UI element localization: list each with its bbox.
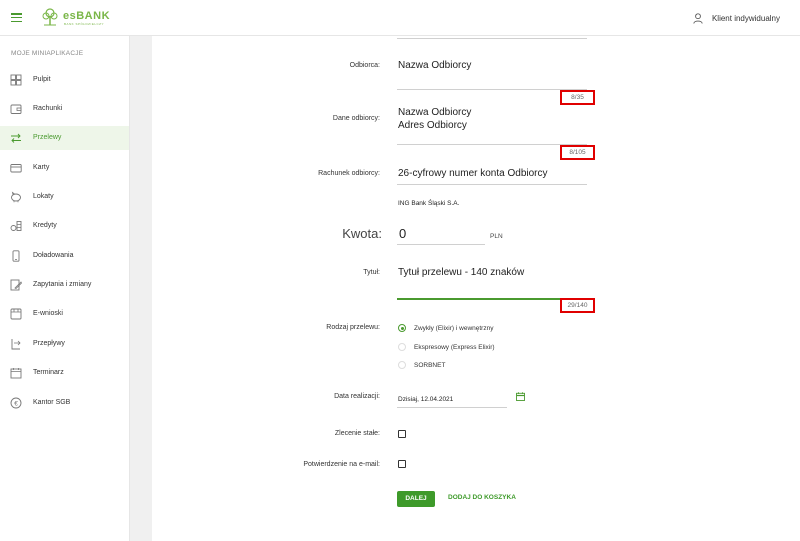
- rachunek-input[interactable]: 26-cyfrowy numer konta Odbiorcy: [398, 168, 548, 179]
- top-field-underline: [397, 38, 587, 39]
- dashboard-icon: [10, 74, 22, 86]
- sidebar-item-doladowania[interactable]: Doładowania: [0, 244, 129, 268]
- sidebar-item-label: Rachunki: [33, 105, 63, 112]
- odbiorca-input[interactable]: Nazwa Odbiorcy: [398, 60, 471, 71]
- edit-icon: [10, 279, 22, 291]
- sidebar: MOJE MINIAPLIKACJE Pulpit Rachunki Przel…: [0, 36, 130, 541]
- inbox-icon: [10, 308, 22, 320]
- sidebar-item-label: Zapytania i zmiany: [33, 281, 92, 288]
- calendar-icon[interactable]: [516, 392, 525, 401]
- kwota-label: Kwota:: [342, 226, 382, 241]
- logo-subtitle: BANK SPÓŁDZIELCZY: [64, 22, 105, 26]
- transfer-form: Odbiorca: Nazwa Odbiorcy 8/35 Dane odbio…: [152, 36, 800, 541]
- sidebar-item-kredyty[interactable]: Kredyty: [0, 214, 129, 238]
- rachunek-label: Rachunek odbiorcy:: [318, 170, 380, 177]
- menu-icon[interactable]: [11, 13, 22, 23]
- dane-odbiorcy-line1: Nazwa Odbiorcy: [398, 107, 472, 118]
- dane-odbiorcy-line2: Adres Odbiorcy: [398, 120, 467, 131]
- tytul-counter: 29/140: [560, 298, 595, 313]
- bank-name: ING Bank Śląski S.A.: [398, 200, 460, 207]
- top-bar: esBANK BANK SPÓŁDZIELCZY Klient indywidu…: [0, 0, 800, 36]
- flow-icon: [11, 339, 21, 350]
- radio-ekspresowy-label: Ekspresowy (Express Elixir): [414, 344, 495, 351]
- sidebar-item-label: Kantor SGB: [33, 399, 71, 406]
- client-menu[interactable]: Klient indywidualny: [693, 13, 780, 24]
- sidebar-item-label: Pulpit: [33, 76, 51, 83]
- radio-sorbnet[interactable]: [398, 361, 406, 369]
- sidebar-item-label: Doładowania: [33, 252, 74, 259]
- odbiorca-label: Odbiorca:: [349, 62, 380, 69]
- currency-label: PLN: [490, 233, 503, 240]
- sidebar-item-label: Przelewy: [33, 134, 62, 141]
- svg-text:€: €: [14, 401, 18, 408]
- coins-icon: [10, 221, 22, 231]
- radio-zwykly[interactable]: [398, 324, 406, 332]
- radio-ekspresowy[interactable]: [398, 343, 406, 351]
- rachunek-underline: [397, 184, 587, 185]
- client-label: Klient indywidualny: [711, 14, 780, 23]
- sidebar-item-terminarz[interactable]: Terminarz: [0, 361, 129, 385]
- dane-odbiorcy-counter: 8/105: [560, 145, 595, 160]
- phone-icon: [12, 250, 20, 262]
- sidebar-item-label: Kredyty: [33, 222, 57, 229]
- odbiorca-counter: 8/35: [560, 90, 595, 105]
- kwota-underline: [397, 244, 485, 245]
- logo-text: esBANK: [63, 10, 111, 22]
- sidebar-item-lokaty[interactable]: Lokaty: [0, 185, 129, 209]
- dane-odbiorcy-underline: [397, 144, 587, 145]
- sidebar-item-przelewy[interactable]: Przelewy: [0, 126, 129, 150]
- dane-odbiorcy-label: Dane odbiorcy:: [332, 115, 380, 122]
- currency-exchange-icon: €: [10, 397, 22, 409]
- sidebar-item-zapytania[interactable]: Zapytania i zmiany: [0, 273, 129, 297]
- odbiorca-underline: [397, 89, 587, 90]
- card-icon: [10, 164, 22, 173]
- sidebar-item-label: Przepływy: [33, 340, 65, 347]
- data-realizacji-underline: [397, 407, 507, 408]
- kwota-input[interactable]: 0: [399, 226, 406, 241]
- sidebar-item-label: Terminarz: [33, 369, 64, 376]
- potwierdzenie-checkbox[interactable]: [398, 460, 406, 468]
- radio-zwykly-label: Zwykły (Elixir) i wewnętrzny: [414, 325, 494, 332]
- rodzaj-przelewu-label: Rodzaj przelewu:: [326, 324, 380, 331]
- sidebar-item-pulpit[interactable]: Pulpit: [0, 68, 129, 92]
- sidebar-item-karty[interactable]: Karty: [0, 156, 129, 180]
- calendar-icon: [10, 368, 22, 379]
- logo-tree-icon: [42, 8, 58, 26]
- zlecenie-stale-label: Zlecenie stałe:: [334, 430, 380, 437]
- wallet-icon: [10, 104, 22, 114]
- zlecenie-stale-checkbox[interactable]: [398, 430, 406, 438]
- user-icon: [693, 13, 703, 24]
- content-gutter: [130, 36, 152, 541]
- tytul-label: Tytuł:: [363, 269, 380, 276]
- sidebar-item-przeplywy[interactable]: Przepływy: [0, 332, 129, 356]
- piggy-bank-icon: [11, 191, 21, 203]
- data-realizacji-label: Data realizacji:: [334, 393, 380, 400]
- potwierdzenie-label: Potwierdzenie na e-mail:: [303, 461, 380, 468]
- sidebar-item-e-wnioski[interactable]: E-wnioski: [0, 302, 129, 326]
- data-realizacji-input[interactable]: Dzisiaj, 12.04.2021: [398, 396, 453, 403]
- sidebar-heading: MOJE MINIAPLIKACJE: [11, 50, 84, 57]
- radio-sorbnet-label: SORBNET: [414, 362, 446, 369]
- sidebar-item-label: Karty: [33, 164, 50, 171]
- transfer-arrows-icon: [11, 133, 21, 143]
- tytul-underline-focused: [397, 298, 587, 300]
- sidebar-item-kantor[interactable]: € Kantor SGB: [0, 391, 129, 415]
- sidebar-item-rachunki[interactable]: Rachunki: [0, 97, 129, 121]
- sidebar-item-label: Lokaty: [33, 193, 54, 200]
- tytul-input[interactable]: Tytuł przelewu - 140 znaków: [398, 267, 524, 278]
- sidebar-item-label: E-wnioski: [33, 310, 63, 317]
- dalej-button[interactable]: DALEJ: [397, 491, 435, 507]
- add-to-cart-button[interactable]: DODAJ DO KOSZYKA: [448, 494, 516, 501]
- dane-odbiorcy-textarea[interactable]: Nazwa Odbiorcy Adres Odbiorcy: [398, 107, 586, 139]
- logo[interactable]: esBANK BANK SPÓŁDZIELCZY: [40, 7, 120, 29]
